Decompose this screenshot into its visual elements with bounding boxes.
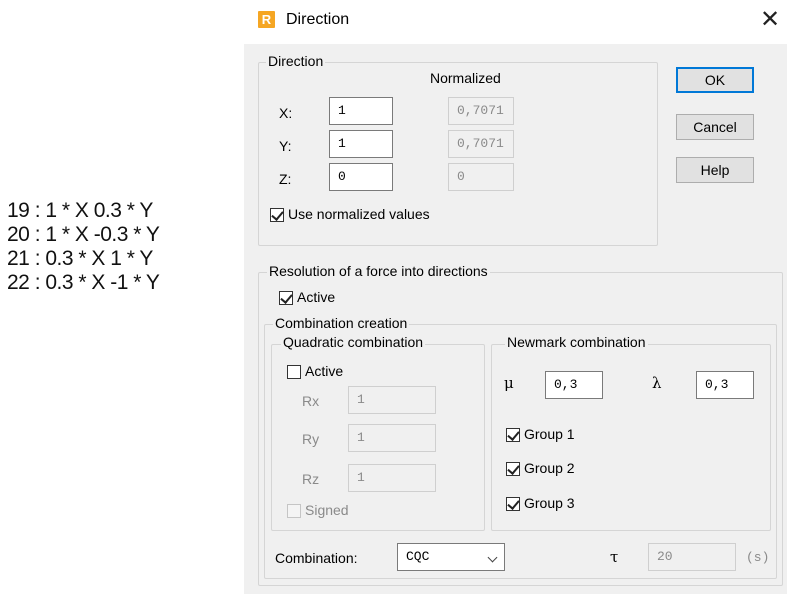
group2-checkbox[interactable] [506, 462, 520, 476]
quadratic-group-label: Quadratic combination [281, 334, 426, 350]
note-line-20: 20 : 1 * X -0.3 * Y [7, 223, 160, 246]
lambda-input[interactable]: 0,3 [696, 371, 754, 399]
help-button[interactable]: Help [676, 157, 754, 183]
lambda-symbol: λ [652, 374, 662, 392]
normalized-header: Normalized [430, 70, 501, 86]
signed-label: Signed [305, 502, 349, 518]
combination-selected-value: CQC [406, 549, 430, 564]
mu-symbol: μ [504, 374, 514, 392]
x-input[interactable]: 1 [329, 97, 393, 125]
y-label: Y: [279, 138, 292, 154]
rx-label: Rx [302, 393, 320, 409]
tau-unit: (s) [746, 550, 770, 565]
combination-label: Combination: [275, 550, 358, 566]
resolution-group-label: Resolution of a force into directions [267, 263, 490, 279]
z-normalized-field: 0 [448, 163, 514, 191]
ry-input: 1 [348, 424, 436, 452]
close-icon[interactable]: ✕ [760, 8, 780, 32]
group2-label: Group 2 [524, 460, 575, 476]
ry-label: Ry [302, 431, 320, 447]
quadratic-active-checkbox[interactable] [287, 365, 301, 379]
resolution-active-checkbox[interactable] [279, 291, 293, 305]
group3-checkbox[interactable] [506, 497, 520, 511]
x-label: X: [279, 105, 293, 121]
note-line-22: 22 : 0.3 * X -1 * Y [7, 271, 160, 294]
y-input[interactable]: 1 [329, 130, 393, 158]
group3-label: Group 3 [524, 495, 575, 511]
app-logo-icon: R [258, 11, 275, 28]
x-normalized-field: 0,7071 [448, 97, 514, 125]
z-label: Z: [279, 171, 292, 187]
signed-checkbox [287, 504, 301, 518]
group1-label: Group 1 [524, 426, 575, 442]
cancel-button[interactable]: Cancel [676, 114, 754, 140]
ok-button[interactable]: OK [676, 67, 754, 93]
combination-creation-label: Combination creation [273, 315, 410, 331]
tau-input: 20 [648, 543, 736, 571]
rx-input: 1 [348, 386, 436, 414]
window-title: Direction [286, 11, 350, 28]
combination-select[interactable]: CQC [397, 543, 505, 571]
chevron-down-icon [487, 552, 498, 563]
use-normalized-label: Use normalized values [288, 206, 430, 222]
rz-label: Rz [302, 471, 320, 487]
rz-input: 1 [348, 464, 436, 492]
note-line-21: 21 : 0.3 * X 1 * Y [7, 247, 153, 270]
newmark-group-label: Newmark combination [505, 334, 648, 350]
resolution-active-label: Active [297, 289, 336, 305]
direction-group-label: Direction [266, 53, 326, 69]
z-input[interactable]: 0 [329, 163, 393, 191]
quadratic-active-label: Active [305, 363, 344, 379]
note-line-19: 19 : 1 * X 0.3 * Y [7, 199, 153, 222]
use-normalized-checkbox[interactable] [270, 208, 284, 222]
tau-symbol: τ [610, 548, 619, 566]
y-normalized-field: 0,7071 [448, 130, 514, 158]
mu-input[interactable]: 0,3 [545, 371, 603, 399]
group1-checkbox[interactable] [506, 428, 520, 442]
